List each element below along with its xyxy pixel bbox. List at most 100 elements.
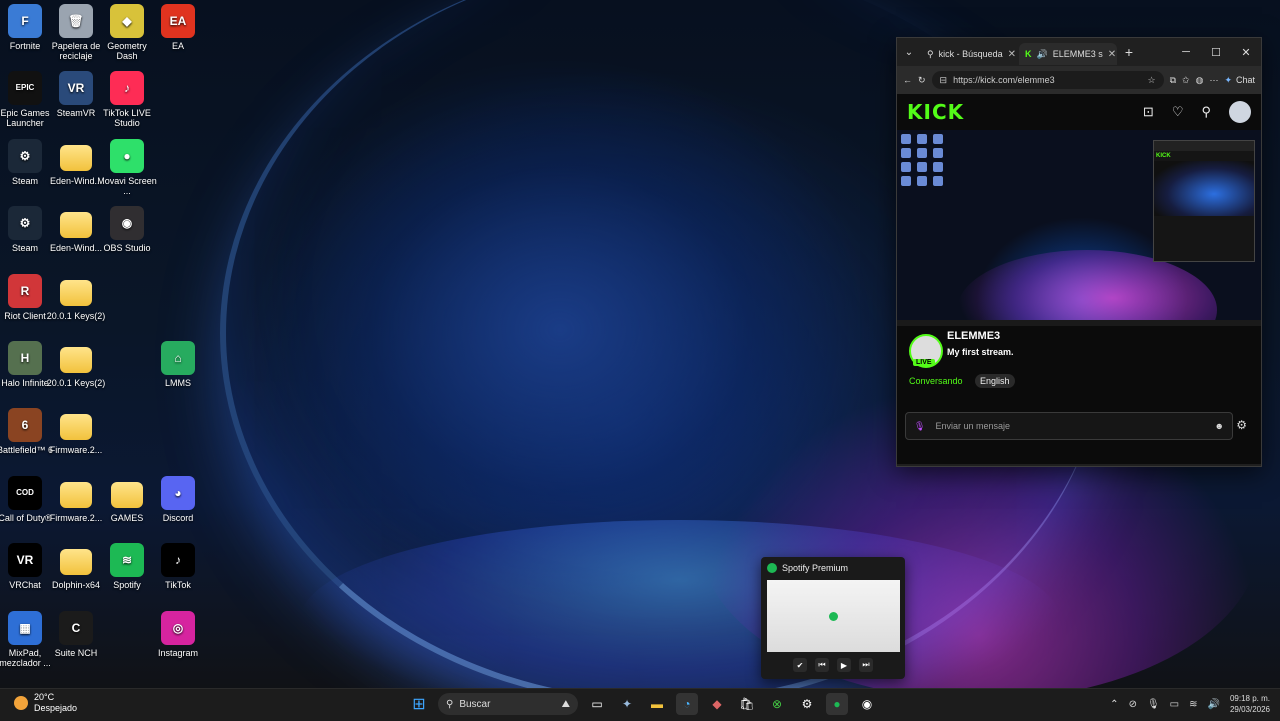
tab-kick-search[interactable]: ⚲ kick - Búsqueda ✕ <box>921 43 1019 65</box>
app-icon: VR <box>8 543 42 578</box>
close-tab-icon[interactable]: ✕ <box>1008 49 1016 60</box>
app-icon: F <box>8 4 42 38</box>
weather-widget[interactable]: 20°C Despejado <box>14 692 77 714</box>
back-arrow-icon[interactable]: ← <box>903 75 912 85</box>
app-icon: ⌂ <box>161 341 195 375</box>
app-icon: ◎ <box>161 610 195 645</box>
app-icon: VR <box>59 71 93 106</box>
profile-avatar-icon[interactable]: ◍ <box>1196 75 1204 86</box>
edge-browser-icon[interactable]: ◔ <box>676 693 698 715</box>
favorite-star-icon[interactable]: ☆ <box>1148 75 1156 86</box>
desktop-icon[interactable]: ♪ TikTok LIVE Studio <box>96 71 158 128</box>
app-icon: R <box>8 273 42 308</box>
more-menu-icon[interactable]: ⋯ <box>1209 75 1218 86</box>
taskbar: 20°C Despejado ⊞ ⚲ Buscar ⛰ ▭ ✦ ▬ ◔ ◆ 🛍 … <box>0 688 1280 721</box>
previous-track-icon[interactable]: ⏮ <box>815 658 829 672</box>
kick-logo[interactable]: KICK <box>907 100 964 124</box>
desktop-icon-label: LMMS <box>164 378 191 388</box>
app-icon: ♪ <box>161 543 195 578</box>
emoji-icon[interactable]: ☻ <box>1215 421 1224 431</box>
stream-category[interactable]: Conversando <box>909 376 963 386</box>
volume-icon[interactable]: 🔊 <box>1208 699 1220 710</box>
desktop-icon[interactable]: ♪ TikTok <box>147 543 209 590</box>
streamer-name[interactable]: ELEMME3 <box>947 330 1000 342</box>
new-tab-plus-icon[interactable]: + <box>1117 44 1141 60</box>
like-check-icon[interactable]: ✔ <box>793 658 807 672</box>
wifi-icon[interactable]: ≋ <box>1189 699 1197 710</box>
minimize-icon[interactable]: ─ <box>1171 46 1201 59</box>
desktop-icon[interactable]: 20.0.1 Keys(2) <box>45 341 107 388</box>
follow-heart-icon[interactable]: ♡ <box>1172 104 1184 120</box>
copilot-icon: ✦ <box>1224 74 1232 85</box>
app-icon <box>111 481 143 508</box>
store-app-icon[interactable]: ◆ <box>706 693 728 715</box>
tab-bar: ⌄ ⚲ kick - Búsqueda ✕ K 🔊 ELEMME3 s ✕ + … <box>897 38 1261 66</box>
obs-studio-icon[interactable]: ◉ <box>856 693 878 715</box>
desktop-icon-label: 20.0.1 Keys(2) <box>46 378 106 388</box>
next-track-icon[interactable]: ⏭ <box>859 658 873 672</box>
app-icon: ● <box>110 138 144 173</box>
microphone-icon[interactable]: 🎙 <box>1147 699 1160 710</box>
tab-kick-stream[interactable]: K 🔊 ELEMME3 s ✕ <box>1019 43 1117 65</box>
desktop-icon[interactable]: Firmware.2... <box>45 408 107 455</box>
task-view-icon[interactable]: ▭ <box>586 693 608 715</box>
search-icon[interactable]: ⚲ <box>1201 104 1211 120</box>
taskbar-search[interactable]: ⚲ Buscar ⛰ <box>438 693 578 715</box>
maximize-icon[interactable]: ☐ <box>1201 46 1231 59</box>
chevron-up-icon[interactable]: ⌃ <box>1110 699 1118 710</box>
speaker-icon[interactable]: 🔊 <box>1037 49 1048 60</box>
start-windows-icon[interactable]: ⊞ <box>408 693 430 715</box>
address-toolbar: ← ↻ ⊟ https://kick.com/elemme3 ☆ ⧉ ✩ ◍ ⋯… <box>897 66 1261 94</box>
site-info-icon[interactable]: ⊟ <box>940 75 948 86</box>
stream-video-player[interactable]: KICK <box>897 130 1261 326</box>
desktop-icon-label: Discord <box>162 512 194 523</box>
stream-language-tag[interactable]: English <box>975 374 1015 388</box>
desktop-icon[interactable]: 20.0.1 Keys(2) <box>45 274 107 321</box>
weather-desc: Despejado <box>34 703 78 713</box>
app-icon <box>60 212 92 239</box>
refresh-icon[interactable]: ↻ <box>918 75 926 86</box>
microphone-icon[interactable]: 🎙 <box>914 421 925 432</box>
desktop-icon[interactable]: ◎ Instagram <box>147 610 209 658</box>
spotify-preview-thumbnail[interactable] <box>766 580 900 652</box>
chat-settings-gear-icon[interactable]: ⚙ <box>1236 418 1247 432</box>
app-icon: C <box>59 610 93 645</box>
app-icon: 🗑 <box>59 4 93 38</box>
extensions-icon[interactable]: ⧉ <box>1170 75 1176 86</box>
spotify-taskbar-icon[interactable]: ● <box>826 693 848 715</box>
steam-icon[interactable]: ⚙ <box>796 693 818 715</box>
desktop-icon[interactable]: ● Movavi Screen ... <box>96 138 158 196</box>
network-app-icon[interactable]: ⊘ <box>1129 699 1137 710</box>
app-icon: ▦ <box>8 610 42 645</box>
play-icon[interactable]: ▶ <box>837 658 851 672</box>
desktop-icon[interactable]: ◕ Discord <box>147 475 209 523</box>
copilot-icon[interactable]: ✦ <box>616 693 638 715</box>
chat-message-input[interactable]: 🎙 Enviar un mensaje ☻ <box>905 412 1233 440</box>
tab-actions-chevron-icon[interactable]: ⌄ <box>897 47 921 58</box>
desktop-icon[interactable]: C Suite NCH <box>45 610 107 658</box>
close-window-icon[interactable]: ✕ <box>1231 46 1261 59</box>
search-icon: ⚲ <box>446 698 454 710</box>
live-badge: LIVE <box>913 359 935 366</box>
user-avatar[interactable] <box>1229 101 1251 123</box>
app-icon: H <box>8 341 42 375</box>
spotify-taskbar-preview[interactable]: Spotify Premium ✔ ⏮ ▶ ⏭ <box>761 557 905 679</box>
app-icon: ≋ <box>110 543 144 578</box>
address-bar[interactable]: ⊟ https://kick.com/elemme3 ☆ <box>931 71 1164 89</box>
desktop-icon[interactable]: ⌂ LMMS <box>147 341 209 388</box>
close-tab-icon[interactable]: ✕ <box>1108 49 1116 60</box>
clock[interactable]: 09:18 p. m. 29/03/2026 <box>1230 693 1270 715</box>
app-icon: EA <box>161 4 195 38</box>
microsoft-store-icon[interactable]: 🛍 <box>736 693 758 715</box>
display-icon[interactable]: ▭ <box>1170 699 1179 710</box>
message-placeholder: Enviar un mensaje <box>935 421 1010 431</box>
xbox-icon[interactable]: ⊗ <box>766 693 788 715</box>
desktop-icon[interactable]: EA EA <box>147 4 209 51</box>
kick-header: KICK ⊡ ♡ ⚲ <box>897 94 1261 130</box>
app-icon <box>60 279 92 306</box>
file-explorer-icon[interactable]: ▬ <box>646 693 668 715</box>
copilot-chat-button[interactable]: ✦ Chat <box>1224 75 1255 86</box>
desktop-icon[interactable]: ◉ OBS Studio <box>96 206 158 253</box>
subscriptions-icon[interactable]: ⊡ <box>1143 104 1154 120</box>
favorites-icon[interactable]: ✩ <box>1182 75 1190 86</box>
